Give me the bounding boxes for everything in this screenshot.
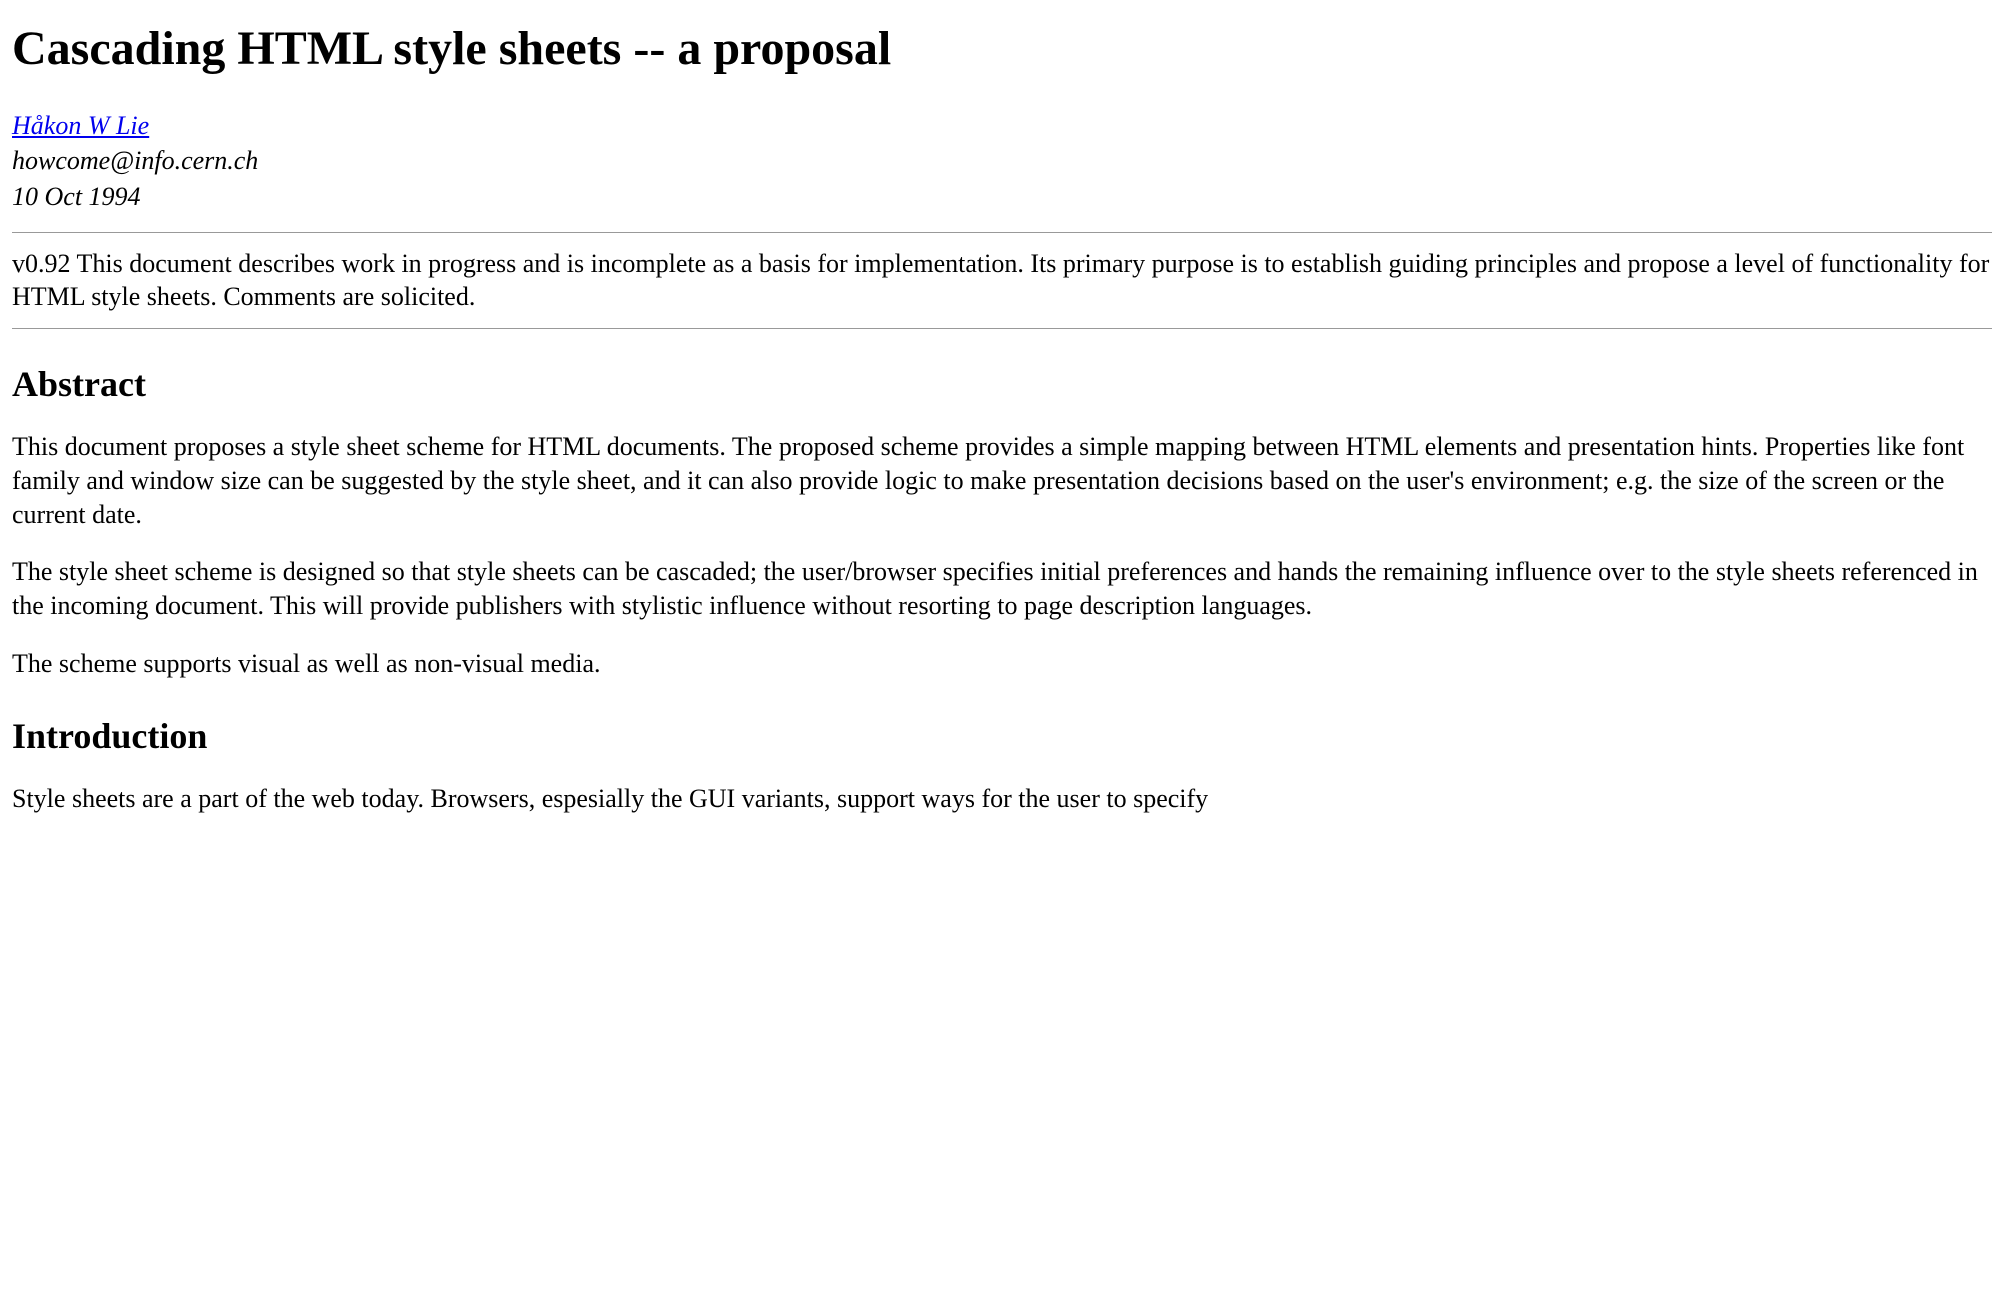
author-meta: Håkon W Lie howcome@info.cern.ch 10 Oct … bbox=[12, 108, 1992, 213]
section-heading-introduction: Introduction bbox=[12, 713, 1992, 760]
document-date: 10 Oct 1994 bbox=[12, 182, 141, 211]
abstract-paragraph: The style sheet scheme is designed so th… bbox=[12, 555, 1992, 623]
abstract-paragraph: This document proposes a style sheet sch… bbox=[12, 430, 1992, 531]
section-heading-abstract: Abstract bbox=[12, 361, 1992, 408]
divider bbox=[12, 232, 1992, 233]
abstract-paragraph: The scheme supports visual as well as no… bbox=[12, 647, 1992, 681]
author-email: howcome@info.cern.ch bbox=[12, 146, 258, 175]
author-link[interactable]: Håkon W Lie bbox=[12, 111, 149, 140]
page-title: Cascading HTML style sheets -- a proposa… bbox=[12, 18, 1992, 80]
version-note: v0.92 This document describes work in pr… bbox=[12, 247, 1992, 315]
divider bbox=[12, 328, 1992, 329]
introduction-paragraph: Style sheets are a part of the web today… bbox=[12, 782, 1992, 816]
